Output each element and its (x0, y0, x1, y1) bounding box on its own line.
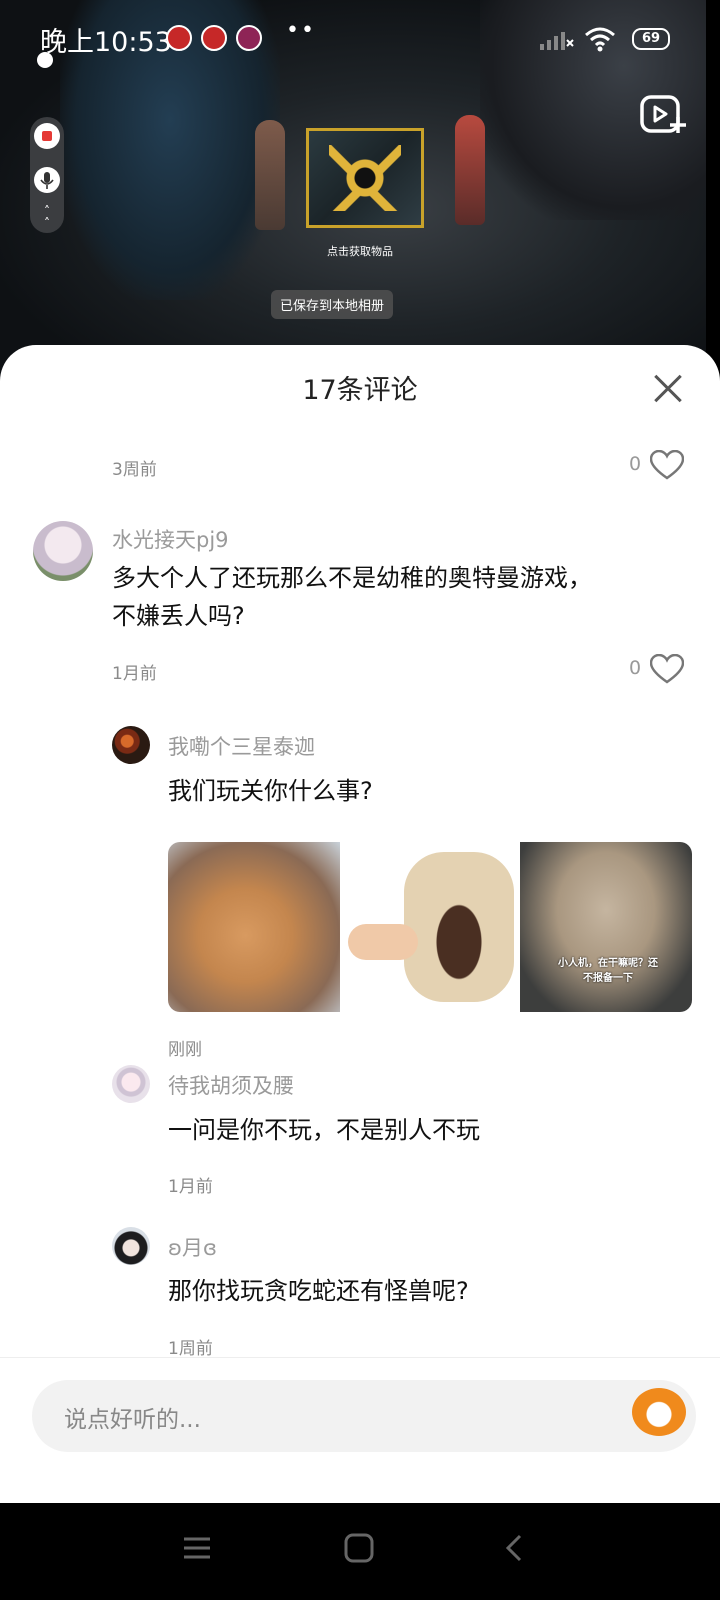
back-icon[interactable] (500, 1533, 530, 1563)
figure-left (255, 120, 285, 230)
menu-icon[interactable] (182, 1533, 212, 1563)
battery-icon: 69 (632, 28, 670, 50)
item-box[interactable] (306, 128, 424, 228)
comment-sheet: 17条评论 3周前 0 水光接天pj9 多大个人了还玩那么不是幼稚的奥特曼游戏，… (0, 345, 720, 1503)
comment-count-title: 17条评论 (302, 375, 418, 406)
comment-text-line: 多大个人了还玩那么不是幼稚的奥特曼游戏， (112, 564, 592, 592)
microphone-button[interactable] (34, 167, 60, 193)
avatar[interactable] (112, 1227, 150, 1265)
image-caption-line: 小人机，在干嘛呢？还 (558, 958, 658, 969)
reply-username[interactable]: 我嘞个三星泰迦 (168, 731, 315, 761)
comment-text-line: 不嫌丢人吗? (112, 602, 245, 630)
system-nav-bar (0, 1503, 720, 1600)
app-badge-icon (201, 25, 227, 51)
reply-text: 那你找玩贪吃蛇还有怪兽呢? (168, 1277, 469, 1305)
hand-figure (348, 924, 418, 960)
comment-username[interactable]: 水光接天pj9 (112, 524, 229, 554)
status-time: 晚上10:53 (40, 27, 172, 58)
more-notifications-icon: •• (286, 18, 316, 43)
microphone-icon (40, 172, 54, 189)
reply-username[interactable]: ʚ月ɞ (168, 1232, 217, 1262)
reply-time: 1月前 (168, 1177, 213, 1197)
app-badge-icon (166, 25, 192, 51)
reply-time: 1周前 (168, 1339, 213, 1359)
app-badge-icon (236, 25, 262, 51)
figure-right (455, 115, 485, 225)
reply-image-gallery: 小人机，在干嘛呢？还 不报备一下 (168, 842, 692, 1012)
cat-figure (404, 852, 514, 1002)
avatar[interactable] (33, 521, 93, 581)
reply-username[interactable]: 待我胡须及腰 (168, 1070, 294, 1100)
comment-input-bar: 说点好听的... (0, 1357, 720, 1503)
comment-time: 1月前 (112, 664, 157, 684)
signal-icon (540, 32, 574, 50)
emoji-sticker-icon[interactable] (632, 1388, 686, 1436)
expand-icon[interactable]: ˄ ˄ (30, 205, 64, 229)
like-count: 0 (629, 657, 642, 679)
home-icon[interactable] (344, 1533, 374, 1563)
video-preview[interactable]: 点击获取物品 已保存到本地相册 晚上10:53 •• 69 ˄ ˄ (0, 0, 720, 380)
reply-time: 刚刚 (168, 1040, 202, 1060)
heart-icon[interactable] (650, 654, 684, 684)
tap-to-get-item-label: 点击获取物品 (327, 245, 393, 258)
like-count: 0 (629, 453, 642, 475)
status-bar: 晚上10:53 •• 69 (0, 0, 720, 72)
reply-text: 一问是你不玩，不是别人不玩 (168, 1116, 480, 1144)
comment-input-placeholder: 说点好听的... (64, 1407, 201, 1433)
reply-text: 我们玩关你什么事? (168, 777, 373, 805)
comment-time: 3周前 (112, 460, 157, 480)
wifi-icon (585, 27, 615, 52)
comment-input[interactable]: 说点好听的... (32, 1380, 696, 1452)
recorder-panel: ˄ ˄ (30, 117, 64, 233)
meme-image[interactable]: 小人机，在干嘛呢？还 不报备一下 (520, 842, 692, 1012)
avatar[interactable] (112, 1065, 150, 1103)
close-icon[interactable] (648, 369, 688, 409)
comment-text: 多大个人了还玩那么不是幼稚的奥特曼游戏， 不嫌丢人吗? (112, 559, 592, 635)
record-stop-button[interactable] (34, 123, 60, 149)
floating-dot[interactable] (37, 52, 53, 68)
add-video-button[interactable] (640, 95, 686, 135)
meme-image[interactable] (344, 842, 516, 1012)
image-caption: 小人机，在干嘛呢？还 不报备一下 (548, 954, 668, 984)
heart-icon[interactable] (650, 450, 684, 480)
image-caption-line: 不报备一下 (583, 973, 633, 984)
saved-toast: 已保存到本地相册 (271, 290, 394, 319)
avatar[interactable] (112, 726, 150, 764)
meme-image[interactable] (168, 842, 340, 1012)
